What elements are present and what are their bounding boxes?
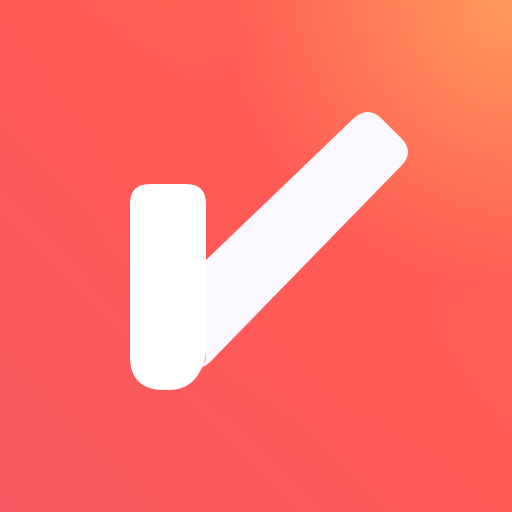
- app-icon-artwork: [0, 0, 512, 512]
- checkmark-stem: [130, 184, 206, 390]
- app-icon: [0, 0, 512, 512]
